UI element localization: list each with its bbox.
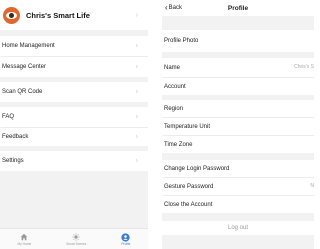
close-account-row[interactable]: Close the Account <box>162 196 314 213</box>
name-row[interactable]: Name Chris's S <box>162 58 314 77</box>
profile-detail-screen: ‹ Back Profile Profile Photo Name Chris'… <box>162 0 314 249</box>
profile-menu-screen: Chris's Smart Life › Home Management › M… <box>0 0 148 249</box>
menu-item-label: Home Management <box>2 43 55 49</box>
menu-item-settings[interactable]: Settings › <box>0 151 148 171</box>
tab-smart-scenes[interactable]: Smart Scenes <box>66 233 86 246</box>
row-label: Gesture Password <box>164 183 214 190</box>
account-row[interactable]: Account <box>162 78 314 95</box>
profile-photo-row[interactable]: Profile Photo <box>162 30 314 52</box>
temperature-unit-row[interactable]: Temperature Unit <box>162 118 314 135</box>
menu-item-faq[interactable]: FAQ › <box>0 107 148 127</box>
nav-bar: ‹ Back Profile <box>162 0 314 16</box>
tab-bar: My Home Smart Scenes Profile <box>0 228 148 249</box>
chevron-right-icon: › <box>135 113 138 121</box>
chevron-left-icon: ‹ <box>165 3 168 12</box>
gesture-password-value: N <box>310 183 314 189</box>
menu-item-scan-qr-code[interactable]: Scan QR Code › <box>0 82 148 102</box>
profile-icon <box>121 232 131 242</box>
menu-item-label: Scan QR Code <box>2 89 43 95</box>
time-zone-row[interactable]: Time Zone <box>162 136 314 153</box>
chevron-right-icon: › <box>135 88 138 96</box>
page-title: Profile <box>227 4 249 12</box>
row-label: Account <box>164 83 186 90</box>
region-row[interactable]: Region <box>162 100 314 117</box>
avatar <box>3 6 20 24</box>
menu-item-home-management[interactable]: Home Management › <box>0 36 148 56</box>
menu-item-feedback[interactable]: Feedback › <box>0 128 148 146</box>
row-label: Close the Account <box>164 201 213 208</box>
chevron-right-icon: › <box>135 133 138 141</box>
chevron-right-icon: › <box>135 11 138 19</box>
back-button[interactable]: ‹ Back <box>165 4 182 12</box>
tab-profile[interactable]: Profile <box>121 232 131 246</box>
name-value: Chris's S <box>294 64 314 70</box>
gesture-password-row[interactable]: Gesture Password N <box>162 178 314 195</box>
row-label: Time Zone <box>164 141 193 148</box>
row-label: Profile Photo <box>164 38 199 44</box>
row-label: Name <box>164 64 181 71</box>
chevron-right-icon: › <box>135 157 138 165</box>
row-label: Change Login Password <box>164 165 230 172</box>
back-label: Back <box>168 5 183 11</box>
row-label: Temperature Unit <box>164 123 211 130</box>
account-header[interactable]: Chris's Smart Life › <box>0 0 148 30</box>
chevron-right-icon: › <box>135 42 138 50</box>
row-label: Region <box>164 105 184 112</box>
menu-item-label: Message Center <box>2 64 47 70</box>
tab-label: My Home <box>17 241 32 246</box>
account-title: Chris's Smart Life <box>26 10 90 20</box>
logout-button[interactable]: Log out <box>162 221 314 235</box>
tab-label: Smart Scenes <box>66 241 87 246</box>
home-icon <box>20 233 28 242</box>
change-login-password-row[interactable]: Change Login Password <box>162 160 314 177</box>
chevron-right-icon: › <box>135 63 138 71</box>
sun-icon <box>72 233 80 242</box>
tab-my-home[interactable]: My Home <box>17 233 32 246</box>
menu-item-label: Settings <box>2 158 24 164</box>
menu-item-label: Feedback <box>2 134 29 140</box>
menu-item-label: FAQ <box>2 114 15 120</box>
menu-item-message-center[interactable]: Message Center › <box>0 57 148 77</box>
tab-label: Profile <box>121 241 131 246</box>
